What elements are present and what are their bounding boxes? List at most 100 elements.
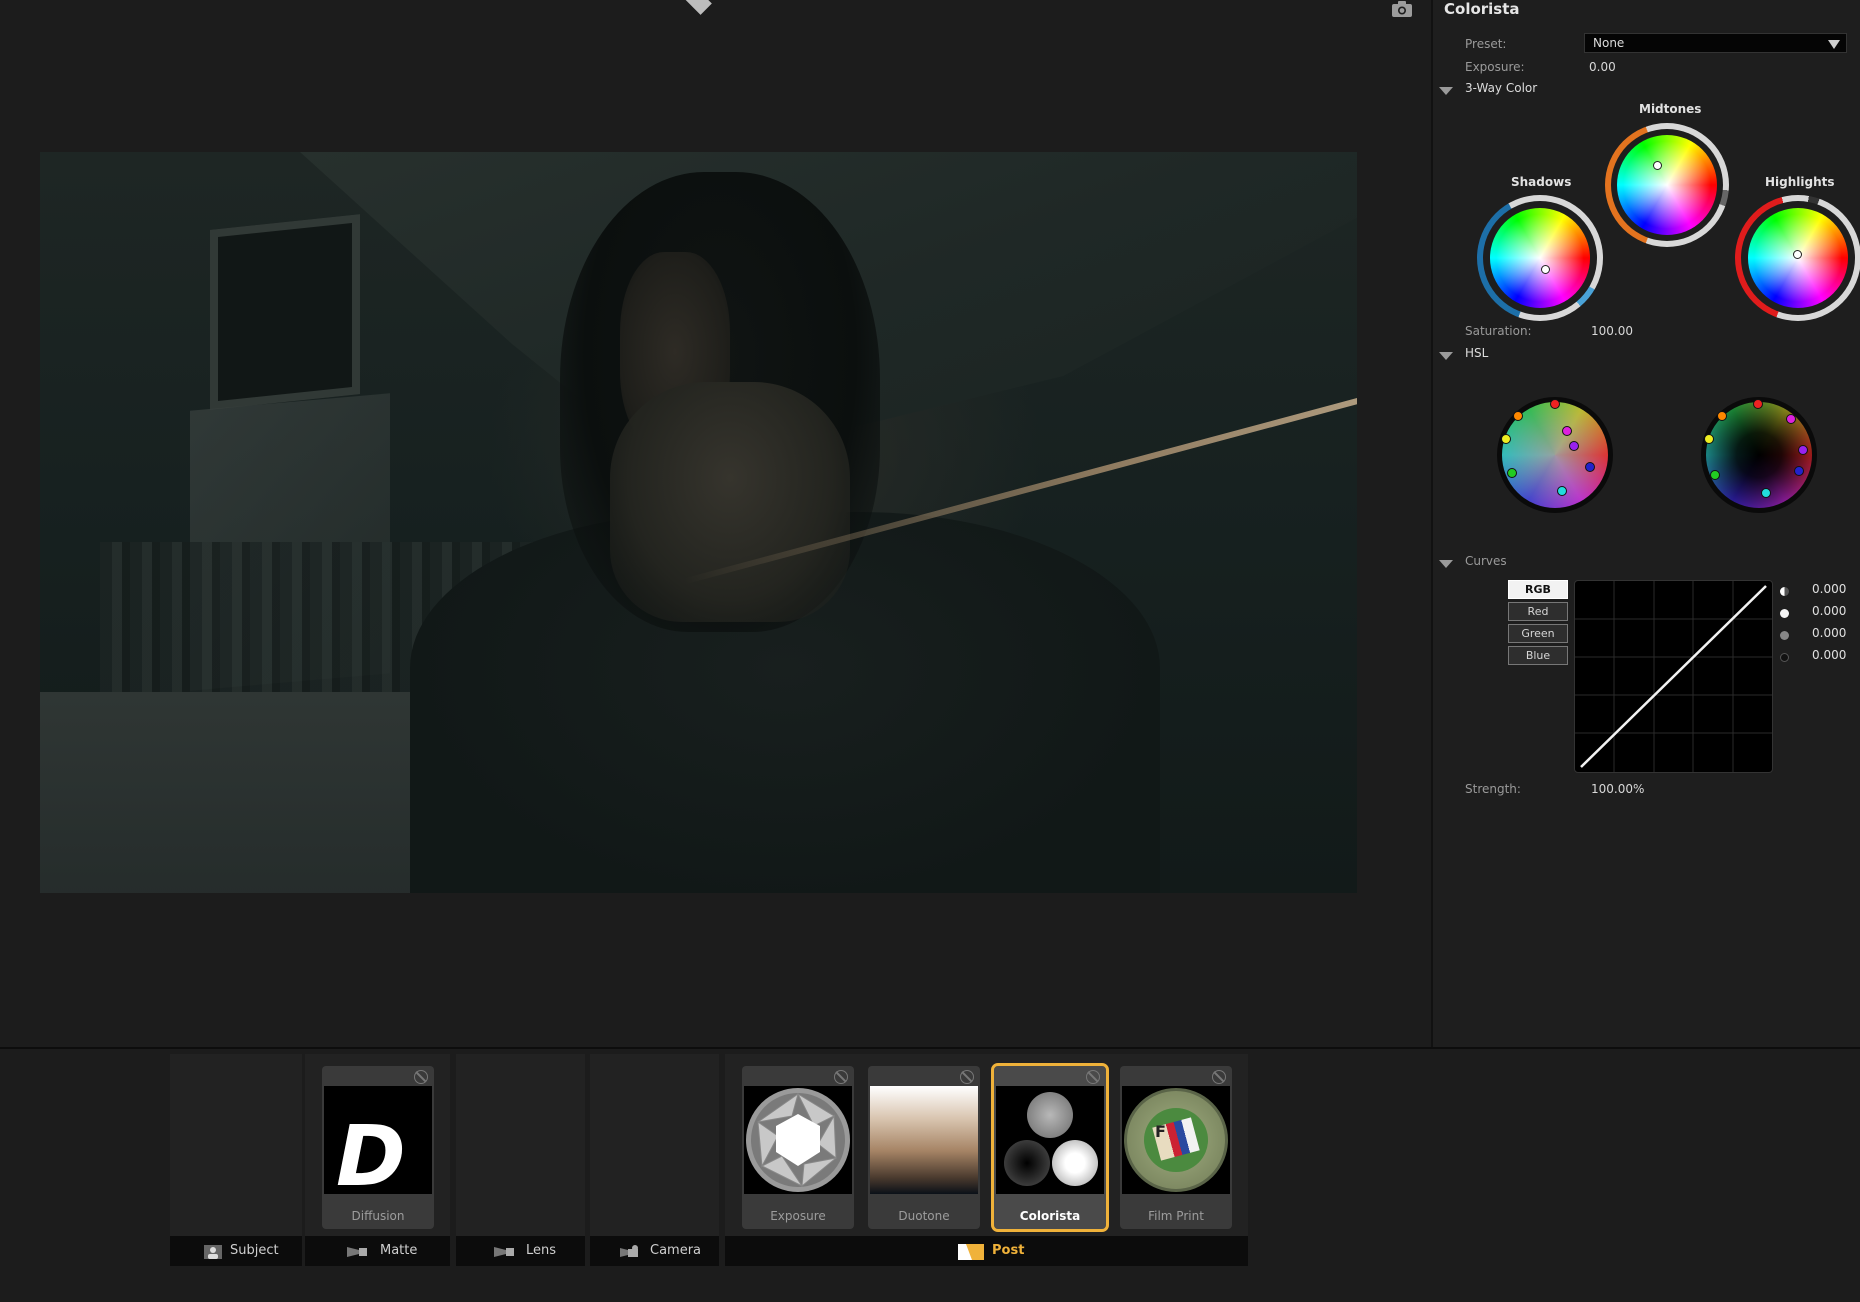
exposure-card-label: Exposure <box>770 1209 826 1223</box>
strength-label: Strength: <box>1465 782 1521 796</box>
disable-icon[interactable] <box>1212 1070 1226 1084</box>
spotlight-icon <box>347 1244 367 1258</box>
highlights-color-wheel[interactable] <box>1735 195 1860 321</box>
panel-collapse-handle[interactable] <box>682 0 712 15</box>
hsl-yellow-point[interactable] <box>1501 434 1511 444</box>
tool-chain-bar: Subject D Diffusion Matte Lens Camera Ex… <box>0 1047 1860 1302</box>
hsl-blue-point[interactable] <box>1585 462 1595 472</box>
diffusion-label: Diffusion <box>351 1209 405 1223</box>
preset-dropdown[interactable]: None <box>1584 33 1847 53</box>
hsl-hue-wheel[interactable] <box>1497 397 1613 513</box>
film-print-letter: F <box>1155 1122 1166 1141</box>
post-icon <box>958 1244 984 1260</box>
hsl-aqua-point[interactable] <box>1557 486 1567 496</box>
film-print-thumbnail: F <box>1122 1086 1230 1194</box>
disable-icon[interactable] <box>414 1070 428 1084</box>
diffusion-letter: D <box>336 1107 406 1194</box>
curve-value-row: 0.000 <box>1780 604 1860 626</box>
curves-heading: Curves <box>1465 554 1507 568</box>
disable-icon[interactable] <box>834 1070 848 1084</box>
exposure-thumbnail <box>744 1086 852 1194</box>
hsl-b-yellow-point[interactable] <box>1704 434 1714 444</box>
disable-icon[interactable] <box>960 1070 974 1084</box>
curve-value-3[interactable]: 0.000 <box>1812 626 1846 640</box>
diffusion-card[interactable]: D Diffusion <box>322 1066 434 1229</box>
subject-footer: Subject <box>170 1236 302 1266</box>
hsl-magenta-point[interactable] <box>1562 426 1572 436</box>
curve-value-1[interactable]: 0.000 <box>1812 582 1846 596</box>
curve-value-row: 0.000 <box>1780 582 1860 604</box>
person-icon <box>204 1244 224 1259</box>
exposure-card[interactable]: Exposure <box>742 1066 854 1229</box>
colorista-panel: Colorista Preset: None Exposure: 0.00 3-… <box>1431 0 1860 1047</box>
hsl-orange-point[interactable] <box>1513 411 1523 421</box>
white-point-icon <box>1780 609 1789 618</box>
snapshot-camera-icon[interactable] <box>1391 0 1413 18</box>
hsl-b-magenta-point[interactable] <box>1786 414 1796 424</box>
camera-icon <box>620 1244 640 1258</box>
curve-channel-tabs: RGB Red Green Blue <box>1508 580 1568 668</box>
hsl-red-point[interactable] <box>1550 399 1560 409</box>
gray-point-icon <box>1780 631 1789 640</box>
curve-tab-green[interactable]: Green <box>1508 624 1568 643</box>
post-label: Post <box>992 1243 1025 1258</box>
exposure-value[interactable]: 0.00 <box>1589 60 1616 74</box>
midtones-color-wheel[interactable] <box>1605 123 1729 247</box>
subject-slot[interactable]: Subject <box>170 1054 302 1266</box>
app-window: Colorista Preset: None Exposure: 0.00 3-… <box>0 0 1860 1302</box>
highlights-label: Highlights <box>1765 175 1835 189</box>
curve-value-4[interactable]: 0.000 <box>1812 648 1846 662</box>
hsl-b-blue-point[interactable] <box>1794 466 1804 476</box>
subject-label: Subject <box>230 1243 279 1258</box>
hsl-collapse-icon[interactable] <box>1439 352 1453 360</box>
preview-image <box>40 152 1357 893</box>
curve-tab-blue[interactable]: Blue <box>1508 646 1568 665</box>
highlights-puck[interactable] <box>1793 250 1802 259</box>
hsl-green-point[interactable] <box>1507 468 1517 478</box>
lens-slot[interactable]: Lens <box>456 1054 585 1266</box>
hsl-b-purple-point[interactable] <box>1798 445 1808 455</box>
lens-footer: Lens <box>456 1236 585 1266</box>
curve-tab-red[interactable]: Red <box>1508 602 1568 621</box>
shadows-label: Shadows <box>1511 175 1572 189</box>
film-print-card-label: Film Print <box>1148 1209 1204 1223</box>
curve-point-values: 0.000 0.000 0.000 0.000 <box>1780 582 1860 670</box>
duotone-card-label: Duotone <box>898 1209 950 1223</box>
curve-value-2[interactable]: 0.000 <box>1812 604 1846 618</box>
colorista-card-label: Colorista <box>1019 1209 1081 1223</box>
curves-graph[interactable] <box>1574 580 1773 773</box>
hsl-heading: HSL <box>1465 346 1489 360</box>
camera-slot[interactable]: Camera <box>590 1054 719 1266</box>
curve-value-row: 0.000 <box>1780 626 1860 648</box>
hsl-saturation-wheel[interactable] <box>1701 397 1817 513</box>
matte-label: Matte <box>380 1243 418 1258</box>
shadows-puck[interactable] <box>1541 265 1550 274</box>
midtones-label: Midtones <box>1639 102 1702 116</box>
curves-collapse-icon[interactable] <box>1439 560 1453 568</box>
exposure-label: Exposure: <box>1465 60 1525 74</box>
film-print-card[interactable]: F Film Print <box>1120 1066 1232 1229</box>
saturation-value[interactable]: 100.00 <box>1591 324 1633 338</box>
hsl-b-red-point[interactable] <box>1753 399 1763 409</box>
curve-tab-rgb[interactable]: RGB <box>1508 580 1568 599</box>
shadows-color-wheel[interactable] <box>1477 195 1603 321</box>
colorista-card[interactable]: Colorista <box>991 1063 1109 1232</box>
matte-slot[interactable]: D Diffusion Matte <box>305 1054 450 1266</box>
black-white-icon <box>1780 587 1789 596</box>
disable-icon[interactable] <box>1086 1070 1100 1084</box>
viewer-area <box>0 0 1431 1047</box>
curve-value-row: 0.000 <box>1780 648 1860 670</box>
three-way-collapse-icon[interactable] <box>1439 87 1453 95</box>
hsl-b-orange-point[interactable] <box>1717 411 1727 421</box>
duotone-card[interactable]: Duotone <box>868 1066 980 1229</box>
hsl-purple-point[interactable] <box>1569 441 1579 451</box>
three-way-color-heading: 3-Way Color <box>1465 81 1538 95</box>
saturation-label: Saturation: <box>1465 324 1532 338</box>
hsl-b-aqua-point[interactable] <box>1761 488 1771 498</box>
spotlight-icon <box>494 1244 514 1258</box>
lens-label: Lens <box>526 1243 557 1258</box>
post-slot[interactable]: Exposure Duotone Colorista F Film Print … <box>725 1054 1248 1266</box>
strength-value[interactable]: 100.00% <box>1591 782 1644 796</box>
hsl-b-green-point[interactable] <box>1710 470 1720 480</box>
midtones-puck[interactable] <box>1653 161 1662 170</box>
